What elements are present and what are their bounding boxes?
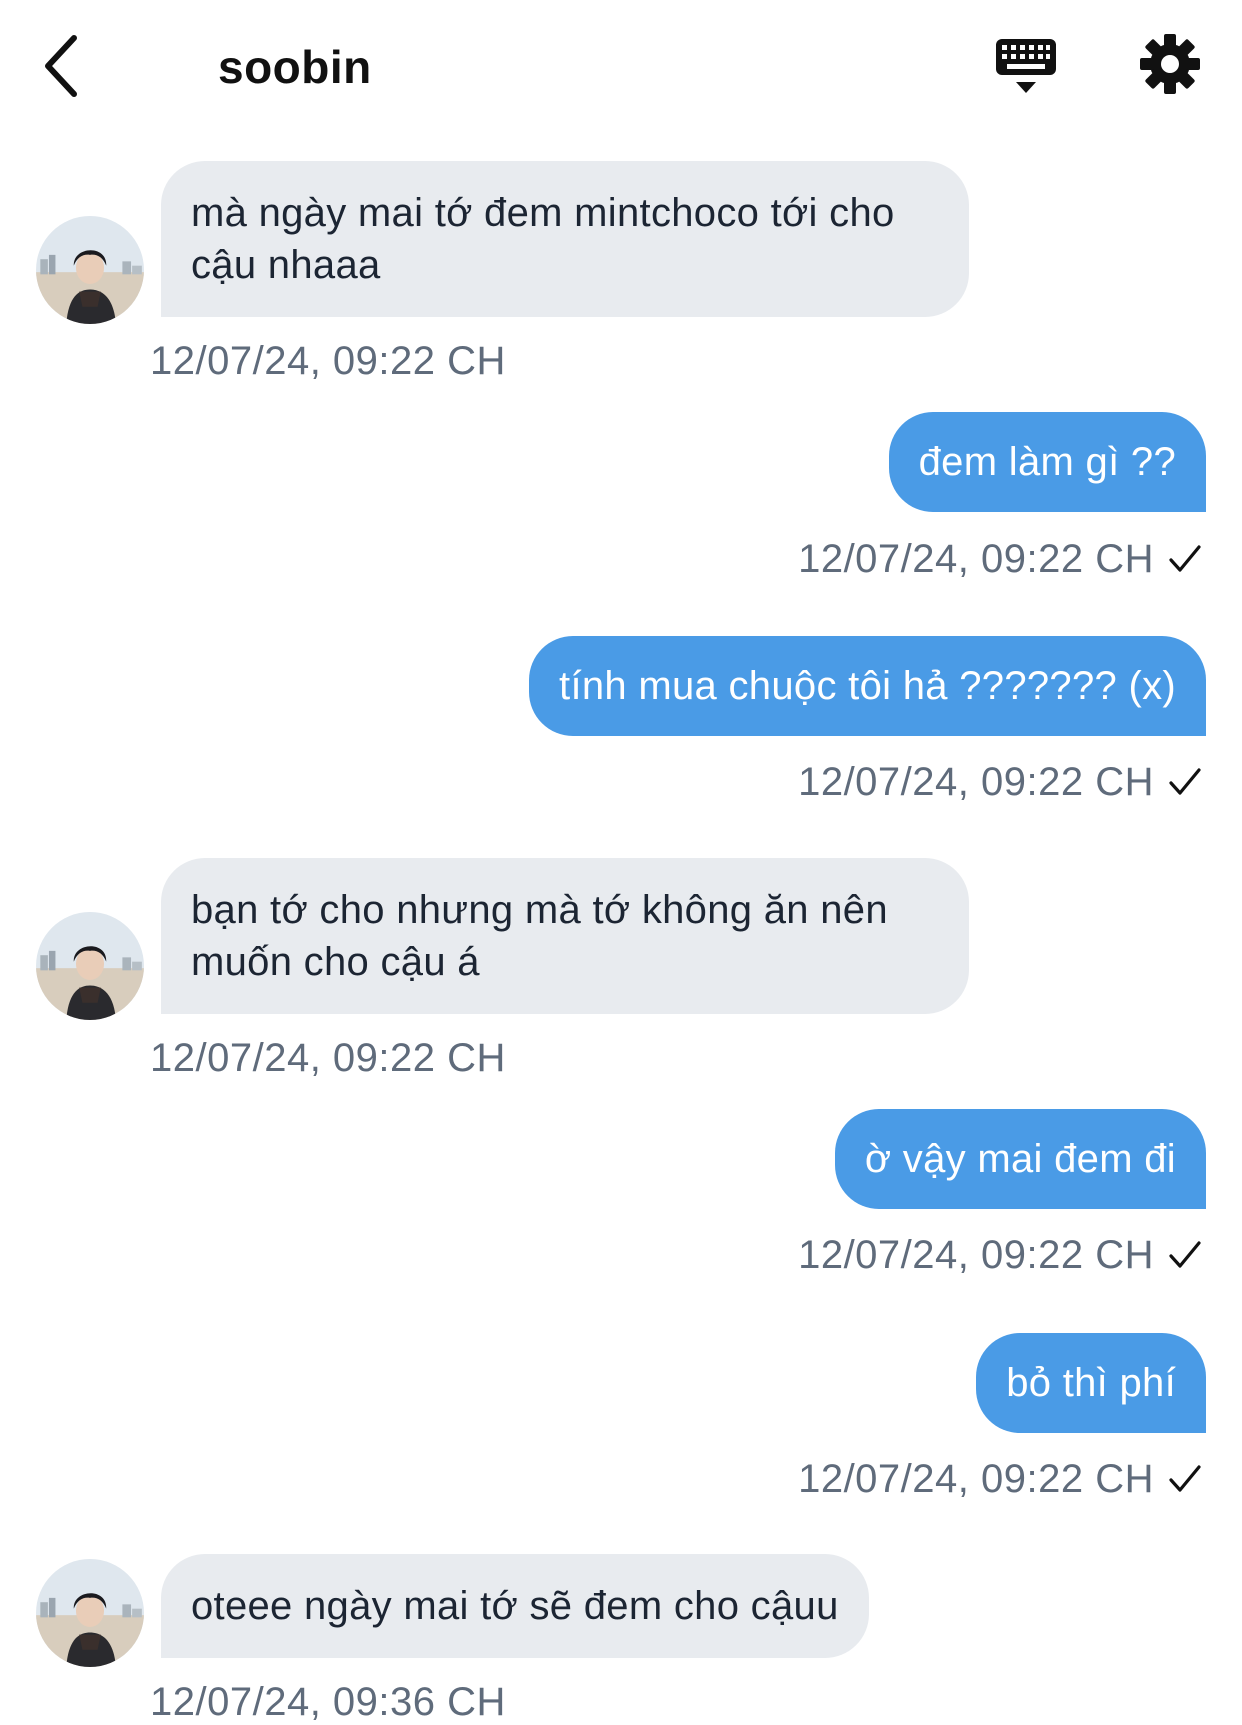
message-timestamp: 12/07/24, 09:22 CH — [798, 1457, 1154, 1501]
checkmark-icon — [1169, 1465, 1201, 1492]
message-bubble-outgoing[interactable]: đem làm gì ?? — [888, 412, 1206, 512]
keyboard-icon — [996, 39, 1056, 93]
avatar[interactable] — [36, 1559, 144, 1667]
checkmark-icon — [1169, 545, 1201, 572]
chevron-left-icon — [45, 35, 77, 97]
message-timestamp: 12/07/24, 09:22 CH — [150, 339, 506, 383]
checkmark-icon — [1169, 1241, 1201, 1268]
settings-button[interactable] — [1138, 32, 1202, 96]
message-bubble-incoming[interactable]: bạn tớ cho nhưng mà tớ không ăn nên muốn… — [161, 858, 969, 1014]
message-timestamp: 12/07/24, 09:22 CH — [798, 537, 1154, 581]
avatar[interactable] — [36, 216, 144, 324]
back-button[interactable] — [40, 30, 100, 105]
message-timestamp: 12/07/24, 09:22 CH — [798, 1233, 1154, 1277]
message-bubble-outgoing[interactable]: ờ vậy mai đem đi — [834, 1109, 1206, 1209]
message-timestamp-row: 12/07/24, 09:22 CH — [798, 1233, 1202, 1278]
message-timestamp-row: 12/07/24, 09:22 CH — [798, 1457, 1202, 1502]
message-bubble-outgoing[interactable]: bỏ thì phí — [976, 1333, 1206, 1433]
avatar[interactable] — [36, 912, 144, 1020]
checkmark-icon — [1169, 768, 1201, 795]
message-timestamp-row: 12/07/24, 09:22 CH — [798, 760, 1202, 805]
message-timestamp: 12/07/24, 09:22 CH — [798, 760, 1154, 804]
chat-header: soobin — [0, 0, 1242, 140]
message-timestamp: 12/07/24, 09:22 CH — [150, 1036, 506, 1080]
message-bubble-incoming[interactable]: mà ngày mai tớ đem mintchoco tới cho cậu… — [161, 161, 969, 317]
message-bubble-incoming[interactable]: oteee ngày mai tớ sẽ đem cho cậuu — [161, 1554, 869, 1658]
message-timestamp: 12/07/24, 09:36 CH — [150, 1680, 506, 1724]
message-bubble-outgoing[interactable]: tính mua chuộc tôi hả ??????? (x) — [529, 636, 1206, 736]
gear-icon — [1140, 34, 1200, 94]
keyboard-button[interactable] — [993, 36, 1059, 102]
chat-title: soobin — [218, 41, 372, 93]
message-timestamp-row: 12/07/24, 09:22 CH — [798, 537, 1202, 582]
